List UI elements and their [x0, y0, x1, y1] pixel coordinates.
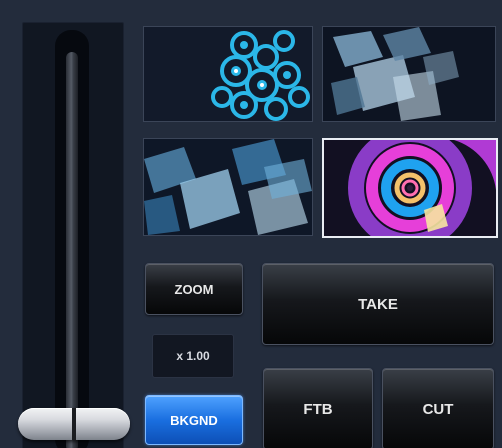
cut-button-label: CUT: [422, 400, 454, 418]
tbar-handle-line: [72, 408, 76, 440]
rings-thumbnail: [324, 140, 496, 236]
bkgnd-button[interactable]: BKGND: [145, 395, 243, 445]
glass-thumbnail: [144, 139, 312, 235]
source-preview-cubes[interactable]: [322, 26, 496, 122]
zoom-value-display: x 1.00: [152, 334, 234, 378]
tbar-handle[interactable]: [18, 408, 130, 440]
source-preview-glass[interactable]: [143, 138, 313, 236]
zoom-value-text: x 1.00: [176, 349, 210, 363]
cut-button[interactable]: CUT: [382, 368, 494, 448]
cubes-thumbnail: [323, 27, 495, 121]
bkgnd-button-label: BKGND: [170, 412, 218, 428]
tbar-rail[interactable]: [66, 52, 78, 448]
source-preview-rings[interactable]: [322, 138, 498, 238]
take-button-label: TAKE: [358, 295, 398, 313]
zoom-button-label: ZOOM: [174, 281, 214, 297]
zoom-button[interactable]: ZOOM: [145, 263, 243, 315]
ftb-button-label: FTB: [303, 400, 333, 418]
circles-thumbnail: [144, 27, 312, 121]
source-preview-circles[interactable]: [143, 26, 313, 122]
take-button[interactable]: TAKE: [262, 263, 494, 345]
switcher-panel: ZOOM x 1.00 BKGND TAKE FTB CUT: [0, 0, 502, 448]
ftb-button[interactable]: FTB: [263, 368, 373, 448]
